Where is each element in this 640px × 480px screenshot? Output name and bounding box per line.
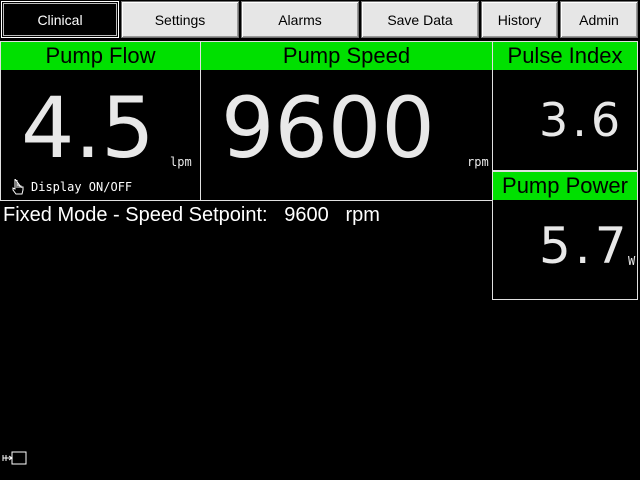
tab-admin[interactable]: Admin <box>560 1 638 38</box>
display-toggle-label: Display ON/OFF <box>31 180 133 194</box>
tab-alarms[interactable]: Alarms <box>241 1 359 38</box>
pump-power-unit: W <box>628 254 636 268</box>
pump-power-panel: Pump Power 5.7 W <box>492 171 638 300</box>
pump-flow-title: Pump Flow <box>1 42 200 70</box>
pump-speed-unit: rpm <box>467 155 489 169</box>
pump-speed-panel: Pump Speed 9600 rpm <box>200 41 493 201</box>
speed-setpoint-value: 9600 <box>284 204 329 226</box>
tab-history[interactable]: History <box>481 1 558 38</box>
hand-pointer-icon <box>12 179 24 195</box>
display-toggle-button[interactable]: Display ON/OFF <box>11 179 132 195</box>
pump-power-value: 5.7 <box>539 217 631 275</box>
pump-speed-title: Pump Speed <box>201 42 492 70</box>
pump-flow-value: 4.5 <box>21 79 155 177</box>
pump-flow-unit: lpm <box>170 155 192 169</box>
tab-bar: Clinical Settings Alarms Save Data Histo… <box>0 0 640 40</box>
plug-screen-icon[interactable] <box>2 450 28 466</box>
mode-status-line: Fixed Mode - Speed Setpoint: 9600 rpm <box>3 204 380 227</box>
pulse-index-title: Pulse Index <box>493 42 637 70</box>
pulse-index-value: 3.6 <box>539 93 625 147</box>
pump-flow-panel: Pump Flow 4.5 lpm Display ON/OFF <box>0 41 201 201</box>
tab-settings[interactable]: Settings <box>121 1 239 38</box>
tab-clinical[interactable]: Clinical <box>1 1 119 38</box>
speed-setpoint-unit: rpm <box>345 204 380 226</box>
mode-text: Fixed Mode - Speed Setpoint: <box>3 204 268 226</box>
pump-power-title: Pump Power <box>493 172 637 200</box>
pulse-index-panel: Pulse Index 3.6 <box>492 41 638 171</box>
pump-speed-value: 9600 <box>221 79 435 177</box>
tab-save-data[interactable]: Save Data <box>361 1 479 38</box>
